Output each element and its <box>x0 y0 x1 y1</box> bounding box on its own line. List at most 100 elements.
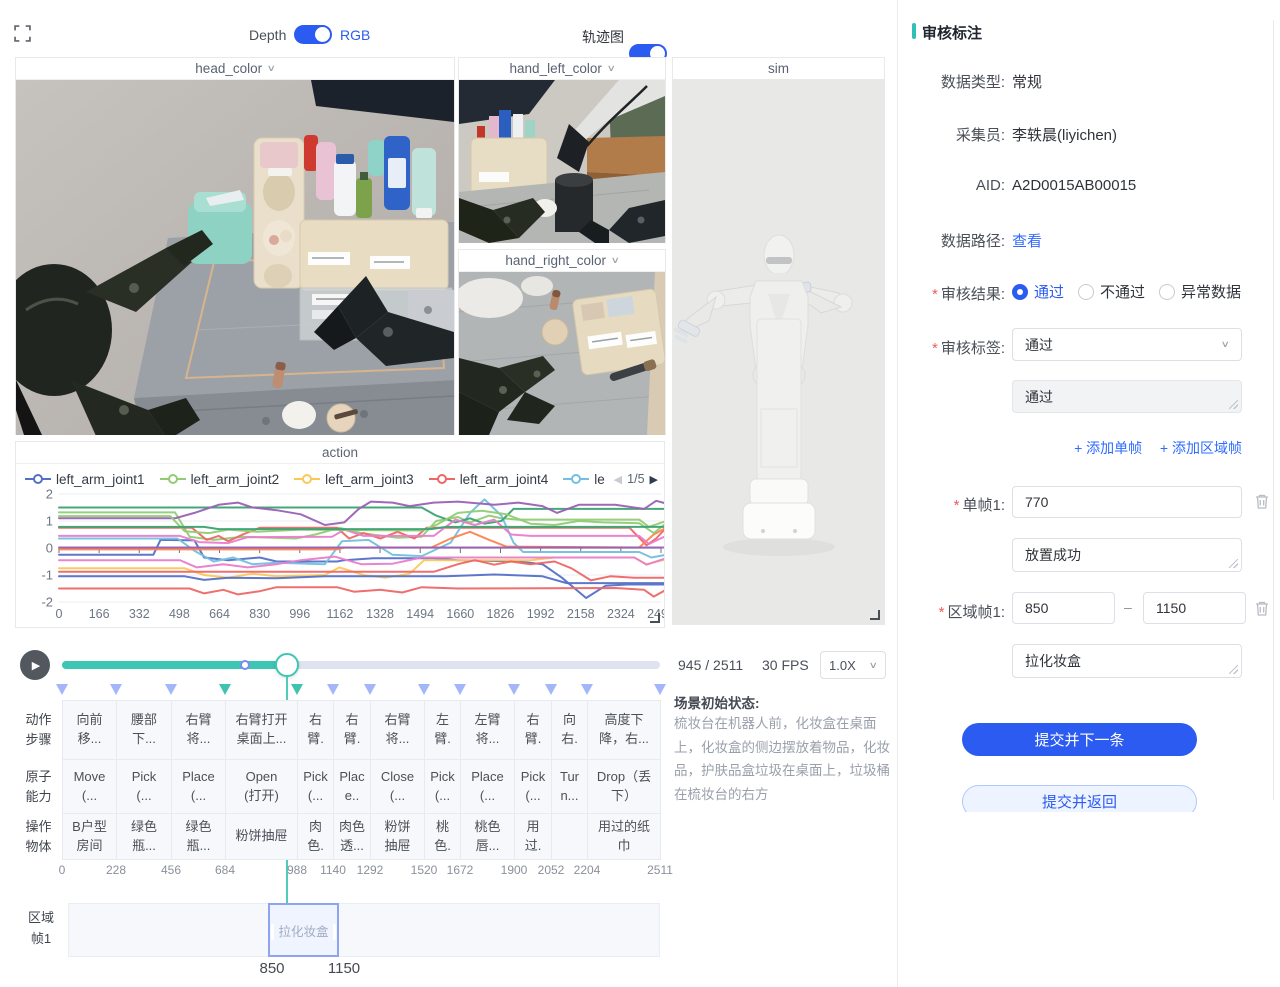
step-cell[interactable]: 用过的纸 巾 <box>587 813 661 860</box>
step-cell[interactable]: 右臂 将... <box>370 700 425 760</box>
step-cell[interactable]: Move (... <box>62 759 117 814</box>
step-cell[interactable]: Tur n... <box>551 759 588 814</box>
step-marker-icon[interactable] <box>219 684 231 695</box>
step-marker-icon[interactable] <box>165 684 177 695</box>
hand-right-camera-header[interactable]: hand_right_color ∨ <box>459 250 665 272</box>
result-radio-option[interactable]: 异常数据 <box>1159 281 1241 302</box>
step-marker-icon[interactable] <box>654 684 666 695</box>
hand-left-camera-header[interactable]: hand_left_color ∨ <box>459 58 665 80</box>
result-radio-option[interactable]: 通过 <box>1012 281 1064 302</box>
single-frame-marker-dot[interactable] <box>240 660 250 670</box>
segment-right-handle[interactable] <box>333 924 336 940</box>
step-marker-icon[interactable] <box>327 684 339 695</box>
step-marker-icon[interactable] <box>508 684 520 695</box>
legend-item[interactable]: le <box>563 472 605 487</box>
segment-left-handle[interactable] <box>271 924 274 940</box>
step-cell[interactable]: Place (... <box>460 759 515 814</box>
step-cell[interactable]: Open (打开) <box>225 759 298 814</box>
step-cell[interactable]: 右 臂. <box>514 700 552 760</box>
tag-note-textarea[interactable]: 通过 <box>1012 380 1242 413</box>
step-cell[interactable]: 右臂 将... <box>171 700 226 760</box>
step-marker-icon[interactable] <box>56 684 68 695</box>
steps-axis-tick: 2511 <box>647 863 673 877</box>
step-cell[interactable]: 腰部 下... <box>116 700 172 760</box>
radio-icon[interactable] <box>1159 284 1175 300</box>
resize-corner-icon[interactable] <box>650 613 660 623</box>
step-cell[interactable]: 左臂 将... <box>460 700 515 760</box>
region-end-input[interactable]: 1150 <box>1143 592 1246 624</box>
step-marker-icon[interactable] <box>291 684 303 695</box>
scrollbar-track[interactable] <box>1273 20 1274 800</box>
legend-next-icon[interactable]: ▶ <box>650 473 658 486</box>
step-cell[interactable]: B户型 房间 <box>62 813 117 860</box>
radio-icon[interactable] <box>1078 284 1094 300</box>
region-segment[interactable]: 拉化妆盒 <box>268 903 339 957</box>
delete-single-frame-icon[interactable] <box>1254 493 1270 510</box>
chevron-down-icon: ∨ <box>611 255 620 266</box>
step-cell[interactable]: 高度下 降，右... <box>587 700 661 760</box>
info-field-label: AID: <box>898 177 1005 194</box>
add-single-frame-button[interactable]: + 添加单帧 <box>1074 440 1142 456</box>
step-cell[interactable]: 绿色 瓶... <box>171 813 226 860</box>
fullscreen-icon[interactable] <box>14 25 31 42</box>
head-camera-header[interactable]: head_color ∨ <box>16 58 454 80</box>
step-cell[interactable]: Place (... <box>171 759 226 814</box>
step-cell[interactable]: Pick (... <box>424 759 461 814</box>
step-cell[interactable]: 桃 色. <box>424 813 461 860</box>
step-cell[interactable]: 右 臂. <box>333 700 371 760</box>
result-radio-option[interactable]: 不通过 <box>1078 281 1145 302</box>
timeline-slider-handle[interactable] <box>275 653 299 677</box>
step-cell[interactable]: 肉 色. <box>297 813 334 860</box>
legend-item[interactable]: left_arm_joint3 <box>294 472 414 487</box>
info-field-value: 常规 <box>1012 71 1042 92</box>
data-path-link[interactable]: 查看 <box>1012 230 1042 251</box>
step-marker-icon[interactable] <box>545 684 557 695</box>
step-marker-icon[interactable] <box>581 684 593 695</box>
step-cell[interactable]: 绿色 瓶... <box>116 813 172 860</box>
radio-label: 异常数据 <box>1181 281 1241 302</box>
step-cell[interactable]: 粉饼抽屉 <box>225 813 298 860</box>
add-region-frame-button[interactable]: + 添加区域帧 <box>1160 440 1242 456</box>
step-cell[interactable]: 向前 移... <box>62 700 117 760</box>
step-cell[interactable]: Pick (... <box>514 759 552 814</box>
resize-corner-icon[interactable] <box>870 610 880 620</box>
step-cell[interactable]: 粉饼 抽屉 <box>370 813 425 860</box>
step-marker-icon[interactable] <box>418 684 430 695</box>
tag-select[interactable]: 通过 ∨ <box>1012 328 1242 361</box>
single-frame-input[interactable]: 770 <box>1012 486 1242 518</box>
step-cell[interactable]: 肉色 透... <box>333 813 371 860</box>
step-cell[interactable]: Close (... <box>370 759 425 814</box>
delete-region-frame-icon[interactable] <box>1254 600 1270 617</box>
step-cell[interactable]: 向 右. <box>551 700 588 760</box>
result-field-label: *审核结果: <box>898 283 1005 304</box>
depth-rgb-toggle[interactable] <box>294 25 332 44</box>
submit-next-button[interactable]: 提交并下一条 <box>962 723 1197 756</box>
step-cell[interactable]: Pick (... <box>297 759 334 814</box>
legend-item[interactable]: left_arm_joint1 <box>25 472 145 487</box>
legend-item[interactable]: left_arm_joint2 <box>160 472 280 487</box>
step-cell[interactable]: Plac e.. <box>333 759 371 814</box>
step-marker-icon[interactable] <box>110 684 122 695</box>
step-cell[interactable]: 左 臂. <box>424 700 461 760</box>
single-frame-desc-textarea[interactable]: 放置成功 <box>1012 538 1242 572</box>
step-cell[interactable]: 右臂打开 桌面上... <box>225 700 298 760</box>
add-links-row: + 添加单帧 + 添加区域帧 <box>1012 438 1242 458</box>
step-cell[interactable]: Drop（丢 下） <box>587 759 661 814</box>
region-track[interactable] <box>68 903 660 957</box>
submit-return-button[interactable]: 提交并返回 <box>962 785 1197 812</box>
legend-item[interactable]: left_arm_joint4 <box>429 472 549 487</box>
step-cell[interactable]: 桃色 唇... <box>460 813 515 860</box>
radio-selected-icon[interactable] <box>1012 284 1028 300</box>
step-cell[interactable]: Pick (... <box>116 759 172 814</box>
play-button[interactable]: ▶ <box>20 650 50 680</box>
step-marker-icon[interactable] <box>364 684 376 695</box>
legend-prev-icon[interactable]: ◀ <box>614 473 622 486</box>
step-marker-icon[interactable] <box>454 684 466 695</box>
region-desc-textarea[interactable]: 拉化妆盒 <box>1012 644 1242 678</box>
speed-select[interactable]: 1.0X ∨ <box>820 651 886 679</box>
region-start-input[interactable]: 850 <box>1012 592 1115 624</box>
step-cell[interactable] <box>551 813 588 860</box>
step-cell[interactable]: 右 臂. <box>297 700 334 760</box>
step-cell[interactable]: 用 过. <box>514 813 552 860</box>
sim-robot-view <box>673 79 884 624</box>
